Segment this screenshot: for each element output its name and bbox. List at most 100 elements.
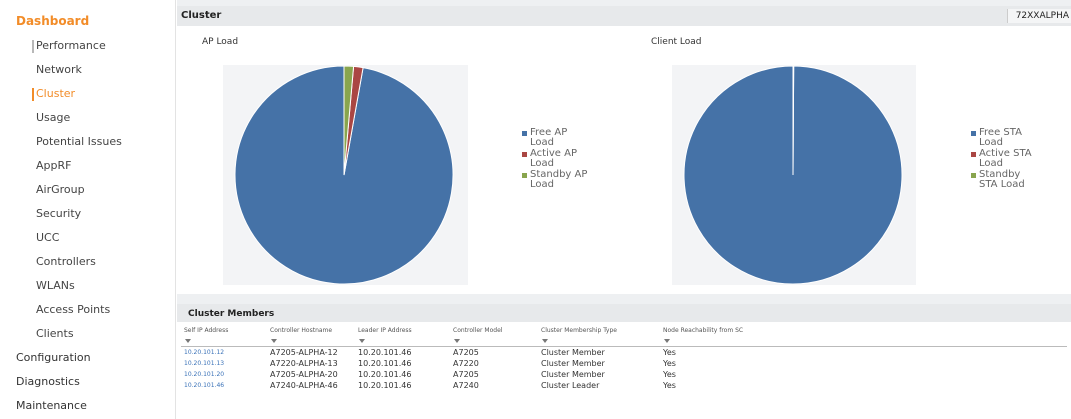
legend-item-active-ap-load[interactable]: Active AP Load [522, 149, 587, 169]
column-header[interactable]: Controller Hostname [270, 327, 332, 334]
legend-label: Load [530, 137, 554, 148]
table-cell: Cluster Member [541, 359, 605, 368]
sidebar-item-label: Controllers [36, 255, 96, 268]
legend-swatch [522, 131, 527, 136]
sidebar-item-network[interactable]: Network [36, 63, 82, 76]
table-cell: Yes [663, 359, 676, 368]
nav-maintenance[interactable]: Maintenance [16, 399, 87, 412]
sidebar-item-label: Network [36, 63, 82, 76]
sort-down-icon[interactable] [185, 339, 191, 343]
client-load-legend: Free STA Load Active STA Load Standby STA Loa… [971, 128, 1032, 191]
ap-load-pie [234, 65, 454, 285]
self-ip-link[interactable]: 10.20.101.20 [184, 371, 224, 378]
table-cell: A7220 [453, 359, 479, 368]
sidebar-item-cluster[interactable]: Cluster [32, 87, 76, 101]
column-header[interactable]: Controller Model [453, 327, 502, 334]
cluster-hostname: 72XXALPHA [1006, 9, 1071, 23]
legend-swatch [522, 173, 527, 178]
legend-item-free-ap-load[interactable]: Free AP Load [522, 128, 587, 148]
self-ip-link[interactable]: 10.20.101.46 [184, 382, 224, 389]
ap-load-legend: Free AP Load Active AP Load Standby AP Load [522, 128, 587, 191]
sidebar-item-label: Security [36, 207, 82, 220]
table-cell: Cluster Leader [541, 381, 600, 390]
sidebar-item-label: Clients [36, 327, 74, 340]
legend-label: STA Load [979, 179, 1025, 190]
main-content: Cluster 72XXALPHA AP Load Client Load Fr… [177, 0, 1071, 419]
client-load-plot-area [672, 65, 916, 285]
legend-item-standby-sta-load[interactable]: Standby STA Load [971, 170, 1032, 190]
table-cell: A7205-ALPHA-20 [270, 370, 338, 379]
sidebar-item-potential-issues[interactable]: Potential Issues [36, 135, 122, 148]
sidebar-item-clients[interactable]: Clients [36, 327, 74, 340]
members-table: Self IP Address Controller Hostname Leader… [177, 322, 1071, 419]
client-load-pie [683, 65, 903, 285]
sidebar-item-label: WLANs [36, 279, 75, 292]
legend-swatch [971, 131, 976, 136]
legend-item-active-sta-load[interactable]: Active STA Load [971, 149, 1032, 169]
table-cell: A7205 [453, 348, 479, 357]
ap-load-title: AP Load [202, 37, 239, 47]
nav-configuration[interactable]: Configuration [16, 351, 91, 364]
legend-label: Load [979, 137, 1003, 148]
members-header: Cluster Members [177, 304, 1071, 322]
pie-slice-active-sta-load[interactable] [792, 65, 795, 176]
sidebar-item-label: Cluster [36, 87, 76, 100]
cluster-title: Cluster [181, 10, 222, 21]
sidebar-item-label: Access Points [36, 303, 111, 316]
table-cell: 10.20.101.46 [358, 348, 412, 357]
sidebar-item-performance[interactable]: Performance [32, 39, 106, 53]
column-header[interactable]: Node Reachability from SC [663, 327, 743, 334]
table-cell: Cluster Member [541, 348, 605, 357]
sidebar-item-airgroup[interactable]: AirGroup [36, 183, 85, 196]
sort-down-icon[interactable] [359, 339, 365, 343]
sort-down-icon[interactable] [542, 339, 548, 343]
sidebar-item-ucc[interactable]: UCC [36, 231, 59, 244]
table-cell: A7240-ALPHA-46 [270, 381, 338, 390]
client-load-title: Client Load [651, 37, 702, 47]
sidebar-item-access-points[interactable]: Access Points [36, 303, 110, 316]
charts-panel: AP Load Client Load Free AP Load Active AP… [177, 26, 1071, 294]
sidebar-item-label: UCC [36, 231, 60, 244]
column-header[interactable]: Self IP Address [184, 327, 228, 334]
sidebar-item-usage[interactable]: Usage [36, 111, 70, 124]
sidebar-item-wlans[interactable]: WLANs [36, 279, 75, 292]
nav-diagnostics[interactable]: Diagnostics [16, 375, 80, 388]
cluster-header: Cluster 72XXALPHA [177, 6, 1071, 26]
self-ip-link[interactable]: 10.20.101.12 [184, 349, 224, 356]
legend-label: Load [979, 158, 1003, 169]
sidebar-item-marker [32, 40, 34, 53]
legend-label: Load [530, 179, 554, 190]
legend-item-standby-ap-load[interactable]: Standby AP Load [522, 170, 587, 190]
legend-label: Load [530, 158, 554, 169]
members-title: Cluster Members [188, 309, 275, 319]
legend-swatch [971, 173, 976, 178]
sidebar-item-label: AirGroup [36, 183, 85, 196]
self-ip-link[interactable]: 10.20.101.13 [184, 360, 224, 367]
sidebar-item-controllers[interactable]: Controllers [36, 255, 96, 268]
sidebar-item-marker [32, 88, 34, 101]
table-cell: Cluster Member [541, 370, 605, 379]
column-header[interactable]: Leader IP Address [358, 327, 412, 334]
sidebar-item-label: Performance [36, 39, 106, 52]
ap-load-plot-area [223, 65, 468, 285]
table-cell: 10.20.101.46 [358, 370, 412, 379]
legend-item-free-sta-load[interactable]: Free STA Load [971, 128, 1032, 148]
table-cell: A7205 [453, 370, 479, 379]
sidebar-item-security[interactable]: Security [36, 207, 81, 220]
sidebar: Dashboard Performance Network Cluster Usage… [0, 0, 176, 419]
sidebar-item-label: Usage [36, 111, 71, 124]
table-cell: A7240 [453, 381, 479, 390]
table-cell: 10.20.101.46 [358, 359, 412, 368]
sort-down-icon[interactable] [454, 339, 460, 343]
table-header-divider [181, 346, 1067, 347]
sidebar-item-apprf[interactable]: AppRF [36, 159, 71, 172]
sort-down-icon[interactable] [664, 339, 670, 343]
column-header[interactable]: Cluster Membership Type [541, 327, 617, 334]
table-cell: A7205-ALPHA-12 [270, 348, 338, 357]
sidebar-item-label: AppRF [36, 159, 72, 172]
sort-down-icon[interactable] [271, 339, 277, 343]
legend-swatch [522, 152, 527, 157]
table-cell: Yes [663, 381, 676, 390]
nav-dashboard[interactable]: Dashboard [16, 14, 89, 28]
app-root: Dashboard Performance Network Cluster Usage… [0, 0, 1071, 419]
